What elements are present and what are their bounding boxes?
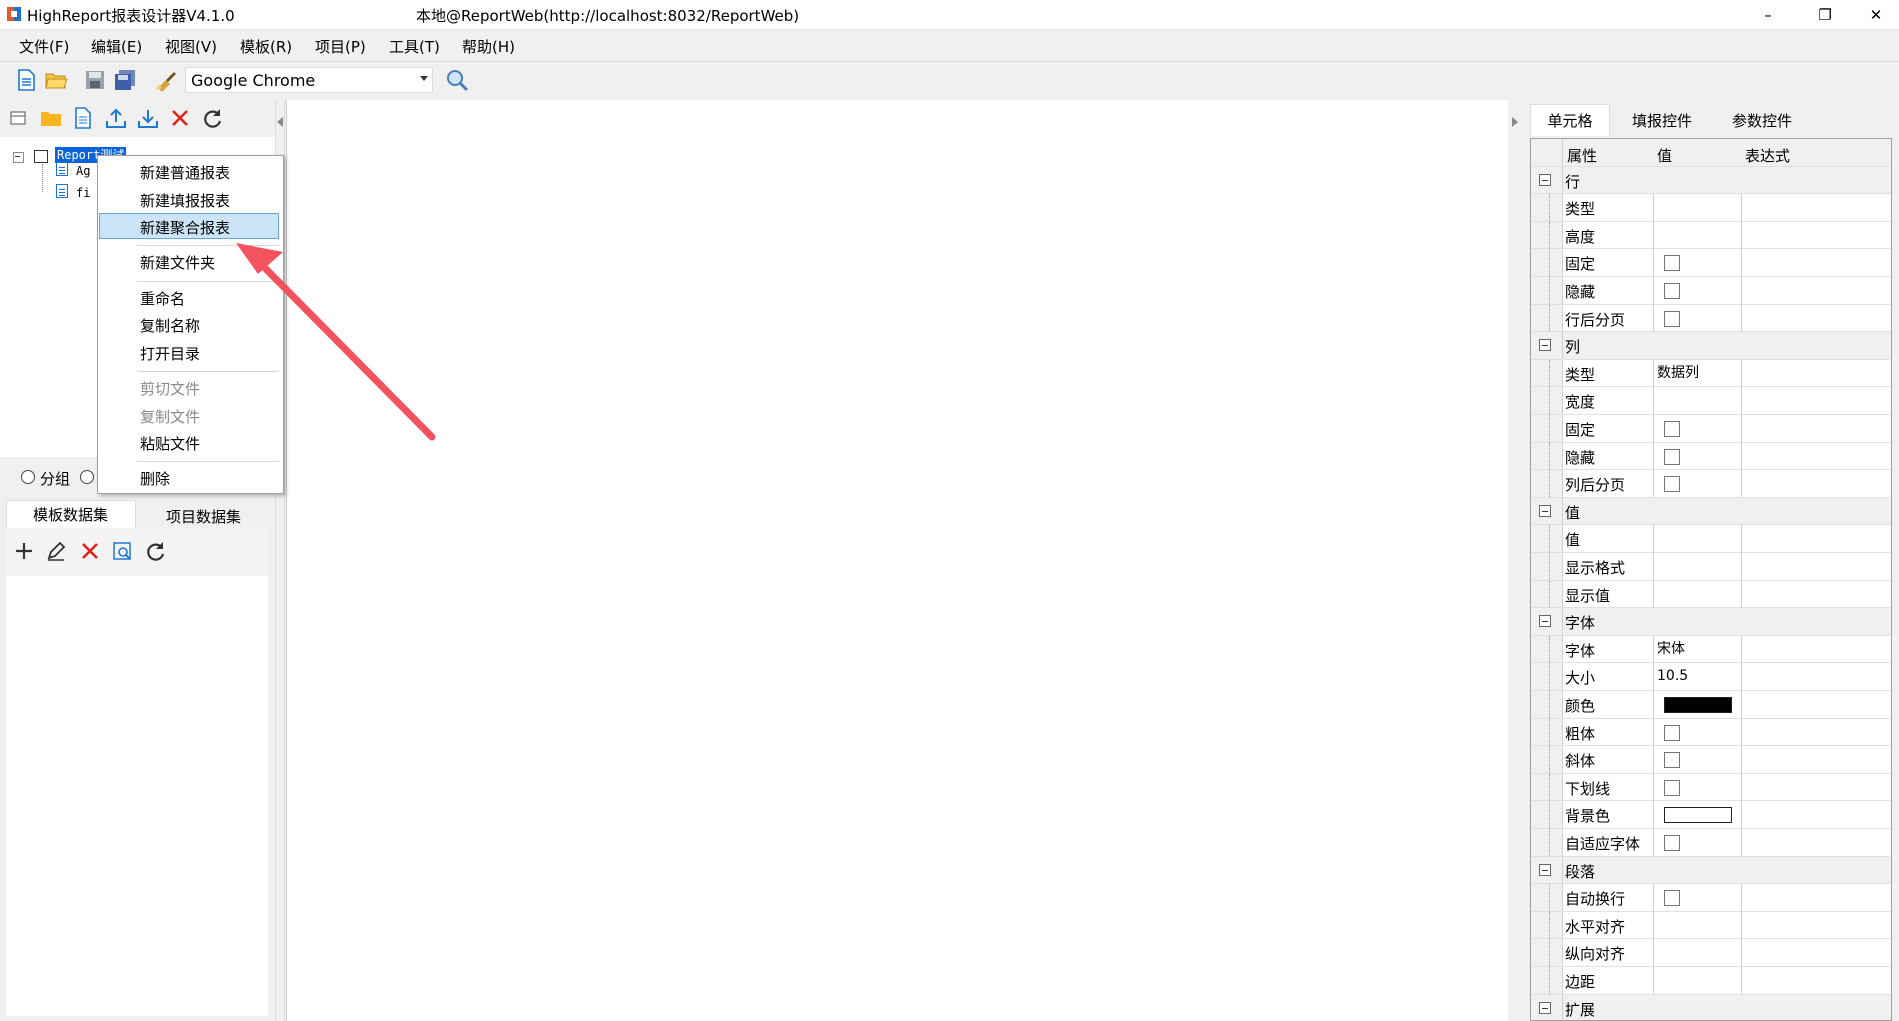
annotation-arrow-icon [236,243,436,441]
